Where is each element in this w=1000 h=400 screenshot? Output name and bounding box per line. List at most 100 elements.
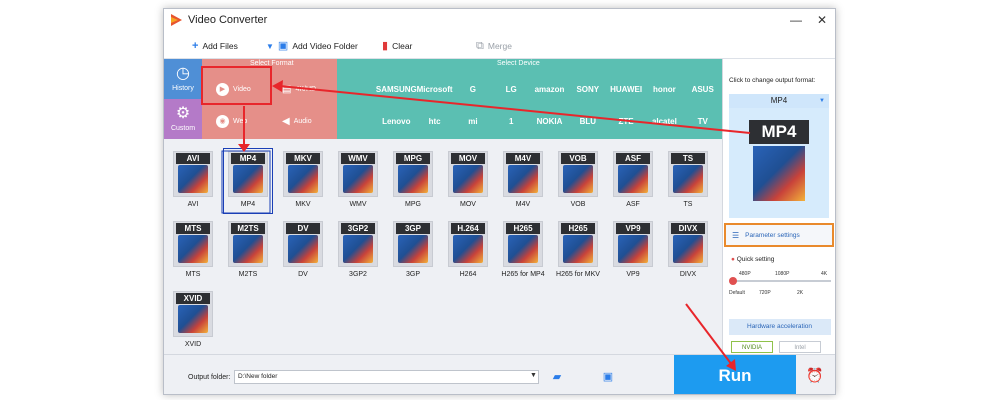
device-brand-2-2[interactable]: Lenovo bbox=[377, 106, 415, 136]
device-brand-1-6[interactable]: amazon bbox=[531, 74, 569, 104]
format-tile-m2ts[interactable]: M2TS M2TS bbox=[224, 219, 272, 283]
device-brand-1-10[interactable]: ASUS bbox=[684, 74, 722, 104]
footer-bar: Output folder: D:\New folder ▼ ▰ ▣ Run ⏰ bbox=[164, 354, 835, 394]
preview-folder-icon[interactable]: ▣ bbox=[601, 370, 615, 384]
format-tile-mp4[interactable]: MP4 MP4 bbox=[223, 148, 273, 214]
film-reel-icon bbox=[453, 235, 483, 263]
tick-1080p: 1080P bbox=[775, 271, 790, 277]
tick-default: Default bbox=[729, 290, 745, 296]
open-folder-icon[interactable]: ▰ bbox=[550, 370, 564, 384]
format-tile-mov[interactable]: MOV MOV bbox=[444, 149, 492, 213]
format-tile-asf[interactable]: ASF ASF bbox=[609, 149, 657, 213]
merge-label: Merge bbox=[487, 41, 512, 51]
intel-option[interactable]: Intel bbox=[779, 341, 821, 353]
device-brand-2-8[interactable]: ZTE bbox=[607, 106, 645, 136]
device-brand-1-4[interactable]: G bbox=[454, 74, 492, 104]
device-brand-2-1[interactable] bbox=[339, 106, 377, 136]
custom-button[interactable]: ⚙ Custom bbox=[164, 99, 202, 139]
format-tile-mpg[interactable]: MPG MPG bbox=[389, 149, 437, 213]
add-video-folder-button[interactable]: ▼ ▣ Add Video Folder bbox=[266, 39, 358, 53]
device-brand-1-5[interactable]: LG bbox=[492, 74, 530, 104]
format-tile-vob[interactable]: VOB VOB bbox=[554, 149, 602, 213]
merge-icon: ⧉ bbox=[476, 39, 484, 52]
video-category[interactable]: ▶ Video bbox=[216, 74, 251, 104]
clear-label: Clear bbox=[392, 41, 413, 51]
output-folder-dropdown-icon[interactable]: ▼ bbox=[530, 372, 537, 379]
quality-slider[interactable] bbox=[729, 277, 831, 285]
play-icon: ▶ bbox=[216, 82, 229, 96]
parameter-settings-button[interactable]: ☰ Parameter settings bbox=[724, 223, 834, 247]
device-brand-1-8[interactable]: HUAWEI bbox=[607, 74, 645, 104]
film-reel-icon bbox=[178, 235, 208, 263]
format-tag: DIVX bbox=[671, 223, 705, 234]
alarm-clock-icon[interactable]: ⏰ bbox=[806, 367, 823, 384]
device-brand-2-10[interactable]: TV bbox=[684, 106, 722, 136]
tick-480p: 480P bbox=[739, 271, 751, 277]
format-tile-xvid[interactable]: XVID XVID bbox=[169, 289, 217, 353]
app-logo-icon bbox=[171, 14, 182, 26]
run-button[interactable]: Run bbox=[674, 355, 796, 394]
tick-4k: 4K bbox=[821, 271, 828, 277]
toolbar: + Add Files ▼ ▣ Add Video Folder ▮ Clear… bbox=[164, 33, 835, 59]
film-reel-icon bbox=[563, 235, 593, 263]
format-label: VOB bbox=[570, 201, 586, 208]
output-format-preview[interactable]: MP4 bbox=[729, 108, 829, 218]
clear-button[interactable]: ▮ Clear bbox=[382, 39, 412, 53]
device-brand-2-4[interactable]: mi bbox=[454, 106, 492, 136]
film-reel-icon bbox=[233, 235, 263, 263]
format-tile-3gp2[interactable]: 3GP2 3GP2 bbox=[334, 219, 382, 283]
minimize-button[interactable]: — bbox=[786, 11, 806, 29]
format-tile-vp9[interactable]: VP9 VP9 bbox=[609, 219, 657, 283]
device-brand-2-6[interactable]: NOKIA bbox=[531, 106, 569, 136]
device-brand-2-3[interactable]: htc bbox=[416, 106, 454, 136]
format-tag: XVID bbox=[176, 293, 210, 304]
title-bar: Video Converter — ✕ bbox=[164, 9, 835, 33]
device-brand-1-2[interactable]: SAMSUNG bbox=[376, 74, 417, 104]
format-tile-ts[interactable]: TS TS bbox=[664, 149, 712, 213]
history-button[interactable]: ◷ History bbox=[164, 59, 202, 99]
format-label: ASF bbox=[626, 201, 640, 208]
select-device-title: Select Device bbox=[497, 60, 540, 67]
device-brand-1-9[interactable]: honor bbox=[645, 74, 683, 104]
film-reel-icon bbox=[398, 165, 428, 193]
gear-icon: ⚙ bbox=[175, 105, 191, 122]
audio-category[interactable]: ◀ Audio bbox=[282, 106, 312, 136]
4k-hd-category[interactable]: ▤ 4K/HD bbox=[282, 74, 316, 104]
device-brand-1-1[interactable] bbox=[339, 74, 377, 104]
nvidia-option[interactable]: NVIDIA bbox=[731, 341, 773, 353]
film-reel-icon bbox=[508, 235, 538, 263]
device-brand-1-7[interactable]: SONY bbox=[569, 74, 607, 104]
close-button[interactable]: ✕ bbox=[812, 11, 832, 29]
format-tag: DV bbox=[286, 223, 320, 234]
film-reel-icon bbox=[178, 305, 208, 333]
format-tile-m4v[interactable]: M4V M4V bbox=[499, 149, 547, 213]
output-folder-input[interactable]: D:\New folder bbox=[234, 370, 539, 384]
format-tile-mts[interactable]: MTS MTS bbox=[169, 219, 217, 283]
merge-button[interactable]: ⧉ Merge bbox=[476, 39, 512, 53]
format-label: DV bbox=[298, 271, 308, 278]
device-brand-2-9[interactable]: alcatel bbox=[645, 106, 683, 136]
slider-knob[interactable] bbox=[729, 277, 737, 285]
device-brand-2-7[interactable]: BLU bbox=[569, 106, 607, 136]
format-tile-h265-for-mkv[interactable]: H265 H265 for MKV bbox=[554, 219, 602, 283]
device-brand-2-5[interactable]: 1 bbox=[492, 106, 530, 136]
output-format-dropdown[interactable]: MP4 ▼ bbox=[729, 94, 829, 108]
web-category[interactable]: ◉ Web bbox=[216, 106, 247, 136]
format-label: 3GP bbox=[405, 271, 420, 278]
format-tile-h265-for-mp4[interactable]: H265 H265 for MP4 bbox=[499, 219, 547, 283]
format-tile-3gp[interactable]: 3GP 3GP bbox=[389, 219, 437, 283]
format-tag: AVI bbox=[176, 153, 210, 164]
format-tile-wmv[interactable]: WMV WMV bbox=[334, 149, 382, 213]
film-reel-icon bbox=[508, 165, 538, 193]
hardware-acceleration-label: Hardware acceleration bbox=[747, 323, 813, 330]
format-tile-dv[interactable]: DV DV bbox=[279, 219, 327, 283]
format-tag: 3GP2 bbox=[341, 223, 375, 234]
device-brand-1-3[interactable]: Microsoft bbox=[416, 74, 454, 104]
hardware-acceleration-toggle[interactable]: Hardware acceleration bbox=[729, 319, 831, 335]
format-tile-avi[interactable]: AVI AVI bbox=[169, 149, 217, 213]
format-category-panel: Select Format ▶ Video ▤ 4K/HD ◉ Web ◀ Au… bbox=[202, 59, 337, 139]
add-files-button[interactable]: + Add Files bbox=[192, 39, 238, 53]
format-tile-h264[interactable]: H.264 H264 bbox=[444, 219, 492, 283]
format-tile-mkv[interactable]: MKV MKV bbox=[279, 149, 327, 213]
format-tile-divx[interactable]: DIVX DIVX bbox=[664, 219, 712, 283]
